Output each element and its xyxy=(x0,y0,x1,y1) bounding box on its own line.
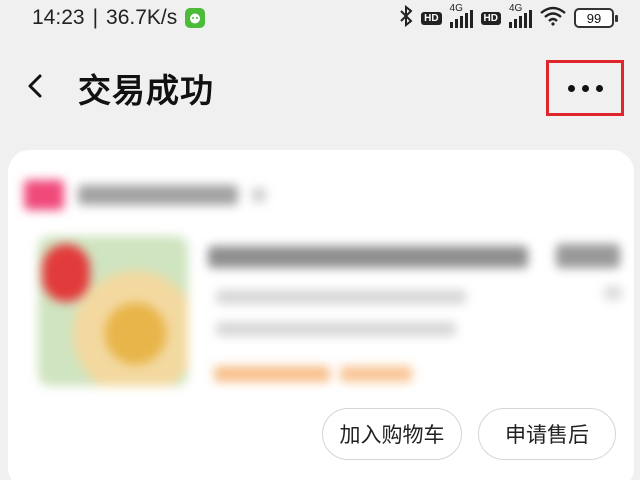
product-quantity-blurred xyxy=(604,286,622,300)
more-dots-icon xyxy=(567,84,575,92)
hd-badge-1: HD xyxy=(421,11,442,25)
battery-level: 99 xyxy=(586,10,602,26)
product-promo-tag-blurred xyxy=(214,366,330,382)
signal-icon-2: 4G xyxy=(509,3,532,28)
status-bar: 14:23 | 36.7K/s HD 4G HD 4G 99 xyxy=(0,0,640,38)
product-promo-tag-blurred-2 xyxy=(340,366,412,382)
product-spec-blurred-2 xyxy=(216,322,456,336)
network-type-2: 4G xyxy=(509,3,523,14)
product-spec-blurred xyxy=(216,290,466,304)
after-sales-button[interactable]: 申请售后 xyxy=(478,408,616,460)
more-options-button[interactable] xyxy=(546,60,624,116)
product-image-tag xyxy=(42,244,90,302)
bluetooth-icon xyxy=(399,4,413,31)
network-speed: 36.7K/s xyxy=(106,6,178,29)
status-separator: | xyxy=(92,6,99,29)
shop-logo xyxy=(24,180,64,210)
signal-icon-1: 4G xyxy=(449,3,473,28)
chevron-right-icon xyxy=(252,188,266,202)
add-to-cart-button[interactable]: 加入购物车 xyxy=(322,408,462,460)
order-card: 加入购物车 申请售后 xyxy=(8,150,634,480)
network-type-1: 4G xyxy=(449,3,463,14)
app-notification-icon xyxy=(185,8,206,28)
page-header: 交易成功 xyxy=(0,48,640,128)
product-price-blurred xyxy=(556,244,620,268)
wifi-icon xyxy=(540,6,566,30)
hd-badge-2: HD xyxy=(480,11,501,25)
shop-name-blurred xyxy=(78,185,238,205)
clock: 14:23 xyxy=(32,6,85,29)
product-image[interactable] xyxy=(38,236,188,386)
shop-row[interactable] xyxy=(24,180,266,210)
page-title: 交易成功 xyxy=(78,71,214,110)
chevron-left-icon xyxy=(28,74,42,98)
product-title-blurred[interactable] xyxy=(208,246,528,268)
battery-icon: 99 xyxy=(574,8,618,28)
status-bar-right: HD 4G HD 4G 99 xyxy=(399,3,618,31)
status-bar-left: 14:23 | 36.7K/s xyxy=(32,6,206,30)
back-button[interactable] xyxy=(18,68,54,104)
